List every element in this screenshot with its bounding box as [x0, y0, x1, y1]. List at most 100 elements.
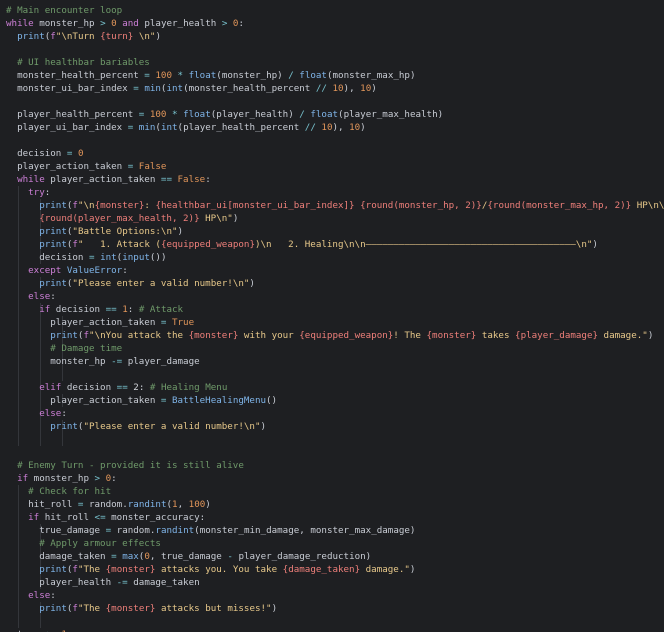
- code-token: ! The: [393, 330, 427, 341]
- code-token: :: [50, 291, 56, 302]
- indent-guide: [18, 277, 20, 290]
- indent-guide: [18, 589, 20, 602]
- code-token: float: [183, 70, 217, 81]
- indent-guide: [40, 355, 42, 368]
- code-token: monster_accuracy: [105, 512, 200, 523]
- code-token: player_health_percent: [17, 109, 139, 120]
- code-token: ): [155, 31, 161, 42]
- indent-guide: [18, 303, 20, 316]
- code-token: {damage_taken}: [282, 564, 361, 575]
- code-line: hit_roll = random.randint(1, 100): [28, 498, 211, 511]
- indent-guide: [18, 524, 20, 537]
- code-token: max: [116, 551, 139, 562]
- code-token: player_action_taken: [44, 174, 161, 185]
- code-token: player_action_taken: [17, 161, 128, 172]
- code-token: ()): [149, 252, 167, 263]
- code-token: (): [266, 395, 278, 406]
- indent-guide: [18, 550, 20, 563]
- indent-guide: [18, 186, 20, 199]
- indent-guide: [18, 316, 20, 329]
- code-token: {turn}: [100, 31, 134, 42]
- code-line: print("Battle Options:\n"): [39, 225, 183, 238]
- code-line: {round(player_max_health, 2)} HP\n"): [39, 212, 238, 225]
- code-token: :: [50, 590, 56, 601]
- code-token: # Damage time: [50, 343, 123, 354]
- code-token: {monster}: [105, 564, 156, 575]
- code-line: # Check for hit: [28, 485, 111, 498]
- code-line: player_action_taken = True: [50, 316, 194, 329]
- code-token: {monster}: [94, 200, 145, 211]
- indent-guide: [18, 264, 20, 277]
- code-token: 0: [227, 18, 239, 29]
- code-token: int: [94, 252, 117, 263]
- code-token: ): [409, 70, 416, 81]
- code-token: with your: [238, 330, 300, 341]
- indent-guide: [18, 498, 20, 511]
- indent-guide: [18, 485, 20, 498]
- code-line: try:: [28, 186, 50, 199]
- code-token: elif: [39, 382, 62, 393]
- code-token: ): [232, 213, 239, 224]
- code-token: if: [17, 473, 29, 484]
- code-line: monster_health_percent = 100 * float(mon…: [17, 69, 415, 82]
- code-token: HP\n\n{p: [636, 200, 664, 211]
- code-token: {healthbar_ui[monster_ui_bar_index]}: [155, 200, 355, 211]
- code-token: player_health: [138, 18, 222, 29]
- code-token: {round(monster_hp, 2)}: [360, 200, 482, 211]
- code-token: if: [39, 304, 51, 315]
- indent-guide: [18, 199, 20, 212]
- code-token: ): [437, 109, 444, 120]
- code-token: /: [293, 109, 305, 120]
- code-token: player_action_taken: [50, 317, 161, 328]
- indent-guide: [40, 342, 42, 355]
- indent-guide: [18, 238, 20, 251]
- indent-guide: [18, 537, 20, 550]
- code-token: int: [166, 83, 184, 94]
- code-token: ==: [116, 382, 128, 393]
- code-token: {round(monster_max_hp, 2)}: [487, 200, 632, 211]
- indent-guide: [18, 355, 20, 368]
- code-line: # Damage time: [50, 342, 122, 355]
- code-token: monster_max_hp: [332, 70, 410, 81]
- code-token: else: [39, 408, 62, 419]
- code-token: :: [44, 187, 51, 198]
- code-token: true_damage: [155, 551, 228, 562]
- code-token: monster_ui_bar_index: [17, 83, 134, 94]
- code-line: else:: [28, 589, 56, 602]
- indent-guide: [40, 433, 42, 446]
- code-token: /: [282, 70, 294, 81]
- code-token: else: [28, 291, 51, 302]
- code-token: *: [171, 70, 184, 81]
- code-token: player_action_taken: [50, 395, 161, 406]
- code-token: \n": [133, 31, 156, 42]
- code-token: {equipped_weapon}: [160, 239, 255, 250]
- code-line: # Main encounter loop: [6, 4, 122, 17]
- code-editor[interactable]: # Main encounter loop while monster_hp > …: [0, 0, 664, 632]
- code-line: except ValueError:: [28, 264, 128, 277]
- code-token: "Battle Options:\n": [72, 226, 178, 237]
- code-token: "Please enter a valid number!\n": [72, 278, 250, 289]
- indent-guide: [18, 394, 20, 407]
- code-token: -=: [111, 356, 123, 367]
- code-token: 0: [105, 18, 117, 29]
- code-token: BattleHealingMenu: [166, 395, 267, 406]
- indent-guide: [18, 381, 20, 394]
- code-token: ): [249, 278, 255, 289]
- code-token: ValueError: [61, 265, 123, 276]
- code-token: 0: [72, 148, 84, 159]
- code-line: print(f"\nTurn {turn} \n"): [17, 30, 161, 43]
- code-token: input: [122, 252, 150, 263]
- indent-guide: [18, 615, 20, 628]
- code-token: "The: [77, 603, 106, 614]
- code-token: print: [17, 31, 45, 42]
- indent-guide: [62, 433, 64, 446]
- code-token: ): [371, 83, 377, 94]
- code-line: print(f"The {monster} attacks you. You t…: [39, 563, 415, 576]
- code-line: while player_action_taken == False:: [17, 173, 211, 186]
- code-token: hit_roll: [28, 499, 78, 510]
- code-line: player_health -= damage_taken: [39, 576, 199, 589]
- code-token: ==: [105, 304, 117, 315]
- code-token: damage.": [598, 330, 648, 341]
- code-token: damage_taken: [127, 577, 200, 588]
- indent-guide: [18, 329, 20, 342]
